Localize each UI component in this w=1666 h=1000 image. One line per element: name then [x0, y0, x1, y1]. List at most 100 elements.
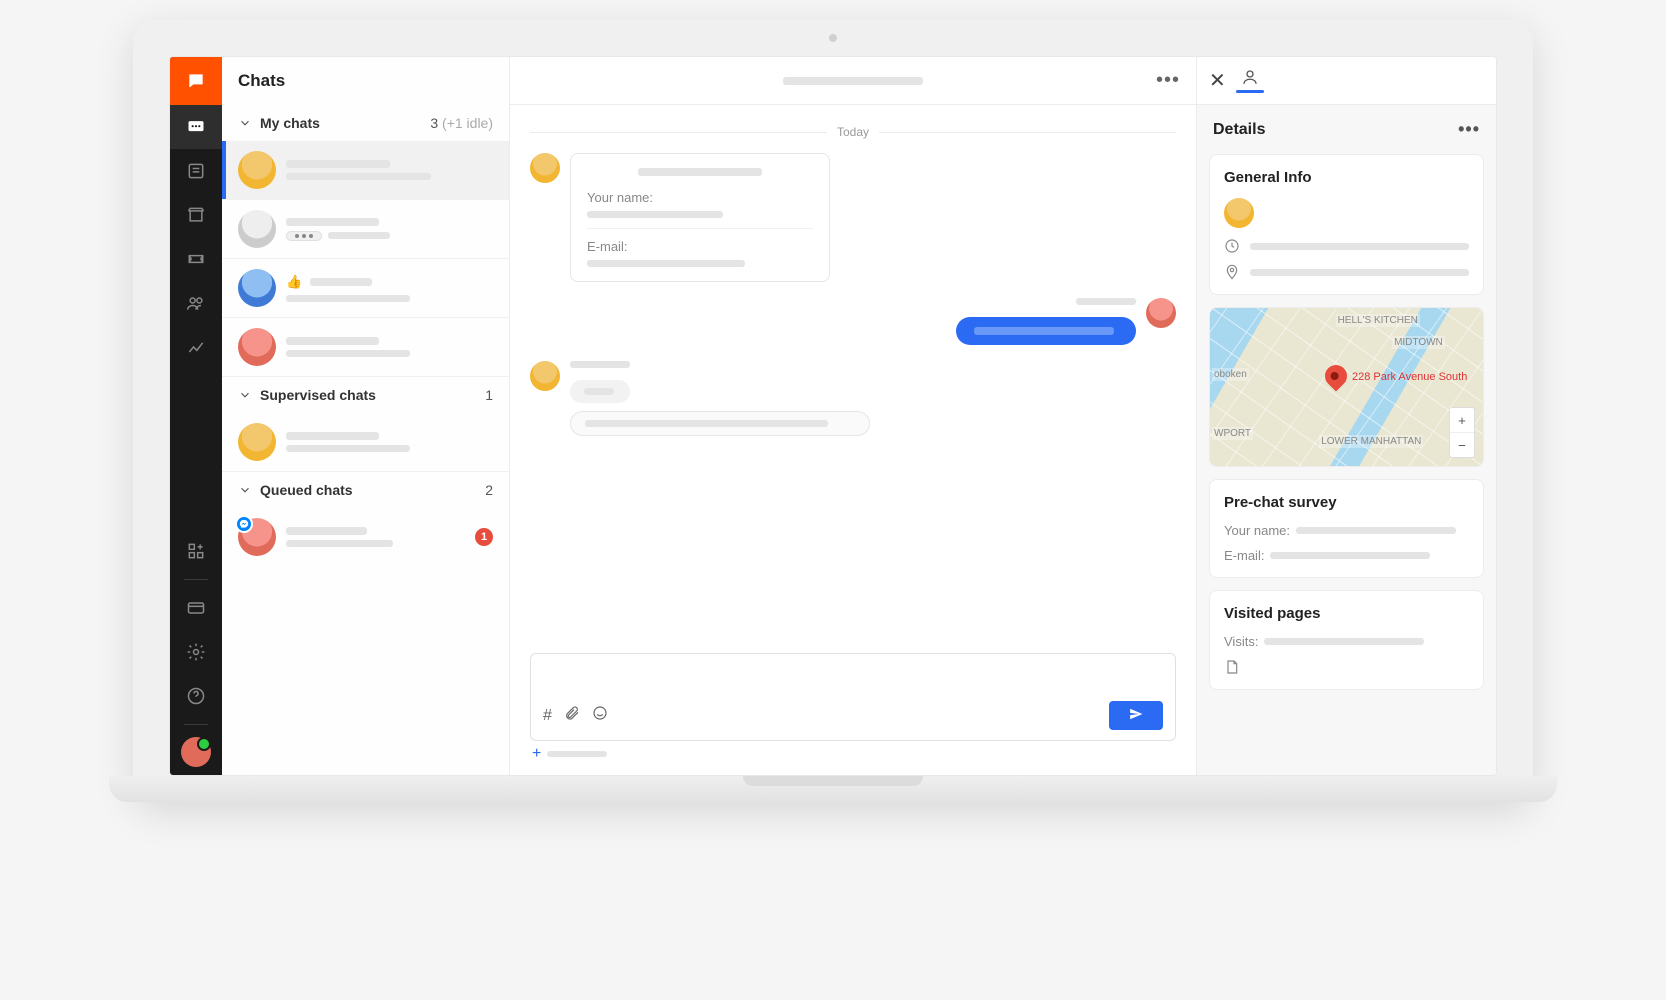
- section-supervised[interactable]: Supervised chats 1: [222, 377, 509, 413]
- message-composer[interactable]: #: [530, 653, 1176, 741]
- map-zoom-controls: + −: [1449, 407, 1475, 458]
- nav-billing[interactable]: [170, 586, 222, 630]
- nav-chats[interactable]: [170, 105, 222, 149]
- nav-reports[interactable]: [170, 325, 222, 369]
- visits-value-placeholder: [1264, 638, 1424, 645]
- prechat-form-card: Your name: E-mail:: [570, 153, 830, 282]
- message-row-incoming: [530, 361, 1176, 436]
- map-pin-icon: [1320, 360, 1351, 391]
- section-label: My chats: [260, 115, 320, 131]
- card-title: Pre-chat survey: [1224, 494, 1469, 511]
- laptop-base: [109, 776, 1557, 802]
- day-label: Today: [837, 125, 869, 139]
- section-count: 1: [485, 387, 493, 403]
- chat-preview-placeholder: [286, 295, 410, 302]
- zoom-out-button[interactable]: −: [1450, 433, 1474, 457]
- nav-settings[interactable]: [170, 630, 222, 674]
- map-label: HELL'S KITCHEN: [1336, 314, 1420, 327]
- unread-badge: 1: [475, 528, 493, 546]
- current-user-avatar[interactable]: [181, 737, 211, 767]
- attachment-icon[interactable]: [564, 705, 580, 726]
- zoom-in-button[interactable]: +: [1450, 408, 1474, 432]
- timestamp-placeholder: [570, 361, 630, 368]
- nav-visitors[interactable]: [170, 149, 222, 193]
- message-avatar: [1146, 298, 1176, 328]
- prechat-email-label: E-mail:: [1224, 548, 1264, 563]
- chat-item[interactable]: [222, 141, 509, 200]
- timestamp-placeholder: [1076, 298, 1136, 305]
- conversation-title-placeholder: [783, 77, 923, 85]
- nav-rail: [170, 57, 222, 775]
- avatar: [238, 151, 276, 189]
- conversation-panel: ••• Today Your name: E-mail:: [510, 57, 1196, 775]
- chat-preview-placeholder: [286, 173, 431, 180]
- emoji-icon[interactable]: [592, 705, 608, 726]
- app-logo[interactable]: [170, 57, 222, 105]
- conversation-scroll[interactable]: Today Your name: E-mail:: [510, 105, 1196, 653]
- chat-name-placeholder: [286, 432, 379, 440]
- visited-pages-card: Visited pages Visits:: [1209, 590, 1484, 690]
- card-title: Visited pages: [1224, 605, 1469, 622]
- form-title-placeholder: [638, 168, 762, 176]
- chat-item[interactable]: 👍: [222, 259, 509, 318]
- location-map[interactable]: HELL'S KITCHEN MIDTOWN LOWER MANHATTAN o…: [1209, 307, 1484, 467]
- conversation-header: •••: [510, 57, 1196, 105]
- map-address: 228 Park Avenue South: [1352, 371, 1467, 383]
- nav-agents[interactable]: [170, 281, 222, 325]
- general-info-card: General Info: [1209, 154, 1484, 295]
- map-label: MIDTOWN: [1392, 336, 1445, 349]
- chat-item[interactable]: [222, 413, 509, 472]
- send-button[interactable]: [1109, 701, 1163, 730]
- nav-apps[interactable]: [170, 529, 222, 573]
- messenger-icon: [235, 515, 253, 533]
- form-email-label: E-mail:: [587, 239, 813, 254]
- more-menu-icon[interactable]: •••: [1458, 119, 1480, 140]
- message-bubble-received: [570, 411, 870, 436]
- location-icon: [1224, 264, 1240, 280]
- add-shortcut-button[interactable]: +: [530, 741, 1176, 767]
- app-screen: Chats My chats 3 (+1 idle): [169, 56, 1497, 776]
- chat-preview-placeholder: [328, 232, 390, 239]
- chat-item[interactable]: [222, 318, 509, 377]
- form-name-label: Your name:: [587, 190, 813, 205]
- avatar: [238, 328, 276, 366]
- more-menu-icon[interactable]: •••: [1156, 69, 1180, 92]
- shortcut-placeholder: [547, 751, 607, 757]
- avatar: [238, 518, 276, 556]
- info-placeholder: [1250, 243, 1469, 250]
- thumbs-up-icon: 👍: [286, 274, 302, 290]
- map-label: oboken: [1212, 368, 1249, 381]
- sidebar-title: Chats: [222, 57, 509, 105]
- composer-area: # +: [510, 653, 1196, 775]
- prechat-value-placeholder: [1296, 527, 1456, 534]
- info-placeholder: [1250, 269, 1469, 276]
- details-tab-customer[interactable]: [1236, 68, 1264, 93]
- form-value-placeholder: [587, 260, 745, 267]
- close-icon[interactable]: ✕: [1209, 68, 1226, 93]
- form-value-placeholder: [587, 211, 723, 218]
- chat-name-placeholder: [286, 218, 379, 226]
- section-count: 2: [485, 482, 493, 498]
- plus-icon: +: [532, 745, 541, 763]
- nav-help[interactable]: [170, 674, 222, 718]
- chat-preview-placeholder: [286, 445, 410, 452]
- chat-item[interactable]: [222, 200, 509, 259]
- visits-label: Visits:: [1224, 634, 1258, 649]
- section-label: Queued chats: [260, 482, 353, 498]
- message-avatar: [530, 153, 560, 183]
- hash-icon[interactable]: #: [543, 707, 552, 725]
- typing-indicator: [286, 231, 322, 241]
- day-separator: Today: [530, 125, 1176, 139]
- details-title: Details •••: [1197, 105, 1496, 154]
- section-my-chats[interactable]: My chats 3 (+1 idle): [222, 105, 509, 141]
- avatar: [238, 210, 276, 248]
- chat-name-placeholder: [286, 527, 367, 535]
- chat-sidebar: Chats My chats 3 (+1 idle): [222, 57, 510, 775]
- section-queued[interactable]: Queued chats 2: [222, 472, 509, 508]
- message-avatar: [530, 361, 560, 391]
- nav-archive[interactable]: [170, 193, 222, 237]
- chat-name-placeholder: [286, 160, 390, 168]
- chat-item[interactable]: 1: [222, 508, 509, 566]
- message-row-outgoing: [530, 298, 1176, 345]
- nav-tickets[interactable]: [170, 237, 222, 281]
